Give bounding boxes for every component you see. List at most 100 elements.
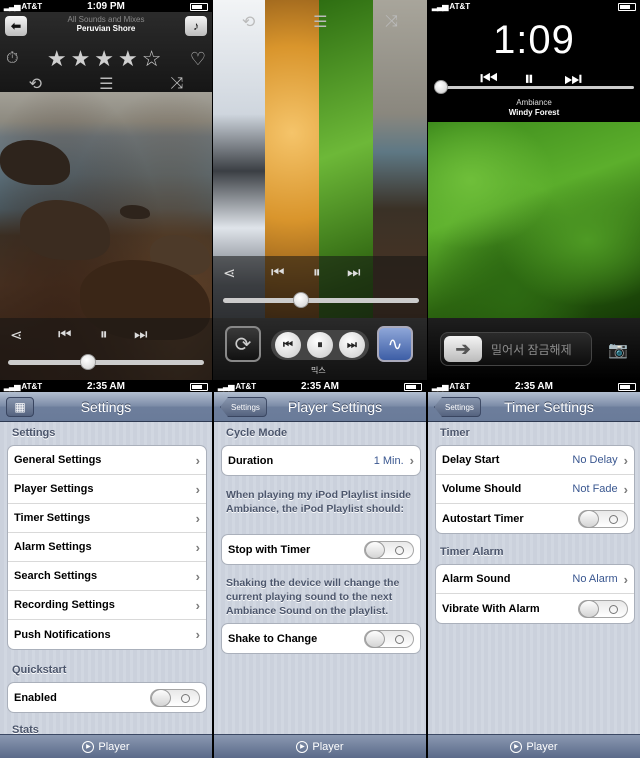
volume-slider-knob[interactable] — [293, 292, 309, 308]
pause-icon[interactable]: ⏸ — [313, 264, 321, 281]
settings-item-alarm[interactable]: Alarm Settings › — [8, 533, 206, 562]
pause-button[interactable]: ⏸ — [307, 332, 333, 358]
player-pane-shore: ▂▃▅ AT&T 1:09 PM All Sounds and Mixes Pe… — [0, 0, 212, 380]
mix-toolbar: ⟳ ⏮ ⏸ ⏭ 믹스 ∿ — [213, 318, 427, 380]
nav-bar: Settings Player Settings — [214, 392, 426, 422]
previous-icon[interactable]: ⏮ — [58, 326, 72, 343]
scrubber[interactable] — [438, 86, 634, 89]
nav-bar: Settings Timer Settings — [428, 392, 640, 422]
player-tab[interactable]: ▶ Player — [214, 734, 426, 758]
settings-item-general[interactable]: General Settings › — [8, 446, 206, 475]
chevron-right-icon: › — [623, 452, 628, 468]
shuffle-icon[interactable]: ⤨ — [171, 75, 184, 93]
playlist-subtitle: All Sounds and Mixes — [67, 15, 145, 24]
pause-icon[interactable]: ⏸ — [100, 326, 108, 343]
settings-item-recording[interactable]: Recording Settings › — [8, 591, 206, 620]
play-circle-icon: ▶ — [82, 740, 95, 753]
lock-screen-pane: ▂▃▅ AT&T 1:09 ⏮ ⏸ ⏭ Ambiance Windy Fores… — [428, 0, 640, 380]
share-icon[interactable]: ⋖ — [10, 326, 23, 344]
volume-value: Not Fade — [572, 483, 618, 495]
chevron-right-icon: › — [623, 481, 628, 497]
page-title: Timer Settings — [504, 399, 594, 415]
volume-slider[interactable] — [8, 360, 204, 365]
forest-background-image — [428, 122, 640, 318]
next-button[interactable]: ⏭ — [339, 332, 365, 358]
playlist-icon[interactable]: ☰ — [99, 74, 113, 94]
play-circle-icon: ▶ — [510, 740, 523, 753]
chevron-right-icon: › — [195, 452, 200, 468]
shake-group: Shake to Change — [221, 623, 421, 654]
volume-slider-knob[interactable] — [80, 354, 96, 370]
status-bar: ▂▃▅ AT&T 2:35 AM — [214, 380, 426, 392]
status-bar: ▂▃▅ AT&T 1:09 PM — [0, 0, 212, 12]
shake-to-change-row: Shake to Change — [222, 624, 420, 653]
chevron-right-icon: › — [195, 627, 200, 642]
status-bar: ▂▃▅ AT&T 2:35 AM — [0, 380, 212, 392]
settings-item-search[interactable]: Search Settings › — [8, 562, 206, 591]
share-icon[interactable]: ⋖ — [223, 264, 236, 282]
stop-with-timer-toggle[interactable] — [364, 540, 414, 559]
next-icon[interactable]: ⏭ — [134, 326, 148, 343]
star-icon[interactable]: ★ — [71, 46, 91, 72]
playlist-icon[interactable]: ☰ — [313, 12, 327, 32]
section-header-timer: Timer — [440, 427, 470, 439]
star-rating[interactable]: ★ ★ ★ ★ ☆ — [47, 46, 162, 72]
quickstart-group: Enabled — [7, 682, 207, 713]
section-header-cycle: Cycle Mode — [226, 427, 288, 439]
settings-list: General Settings › Player Settings › Timer… — [7, 445, 207, 650]
timer-icon[interactable]: ⏱ — [6, 50, 18, 68]
enabled-toggle[interactable] — [150, 688, 200, 707]
sound-title: Peruvian Shore — [76, 24, 136, 33]
previous-icon: ⏮ — [283, 338, 293, 351]
star-empty-icon[interactable]: ☆ — [142, 46, 162, 72]
chevron-right-icon: › — [195, 481, 200, 497]
slide-arrow-button[interactable]: ➔ — [444, 336, 482, 362]
music-button[interactable]: ♪ — [185, 16, 207, 36]
shake-note: Shaking the device will change the curre… — [226, 577, 400, 617]
shuffle-icon[interactable]: ⤨ — [385, 13, 398, 31]
previous-icon[interactable]: ⏮ — [271, 264, 285, 281]
previous-button[interactable]: ⏮ — [275, 332, 301, 358]
next-icon: ⏭ — [347, 338, 357, 351]
waveform-button[interactable]: ∿ — [377, 326, 413, 362]
status-bar-hidden — [213, 0, 427, 12]
back-button[interactable]: ⬅ — [5, 16, 27, 36]
duration-value: 1 Min. — [373, 454, 404, 467]
arrow-right-icon: ➔ — [455, 338, 471, 359]
slide-to-unlock-track[interactable]: ➔ 밀어서 잠금해제 — [440, 332, 592, 366]
shake-to-change-toggle[interactable] — [364, 629, 414, 648]
camera-icon[interactable]: 📷 — [608, 340, 628, 360]
player-tab[interactable]: ▶ Player — [0, 734, 212, 758]
timer-settings-screen: ▂▃▅ AT&T 2:35 AM Settings Timer Settings… — [428, 380, 640, 758]
delay-start-row[interactable]: Delay Start No Delay › — [436, 446, 634, 475]
stop-with-timer-row: Stop with Timer — [222, 535, 420, 564]
repeat-icon[interactable]: ⟲ — [242, 12, 255, 32]
alarm-sound-row[interactable]: Alarm Sound No Alarm › — [436, 565, 634, 594]
vibrate-toggle[interactable] — [578, 599, 628, 618]
volume-slider[interactable] — [223, 298, 419, 303]
lock-playback-controls: ⏮ ⏸ ⏭ Ambiance Windy Forest — [428, 68, 640, 122]
settings-screen: ▂▃▅ AT&T 2:35 AM ▦ Settings Settings Gen… — [0, 380, 212, 758]
loop-button[interactable]: ⟳ — [225, 326, 261, 362]
section-header-settings: Settings — [12, 427, 56, 439]
star-icon[interactable]: ★ — [47, 46, 67, 72]
volume-should-row[interactable]: Volume Should Not Fade › — [436, 475, 634, 504]
autostart-toggle[interactable] — [578, 509, 628, 528]
settings-item-player[interactable]: Player Settings › — [8, 475, 206, 504]
star-icon[interactable]: ★ — [118, 46, 138, 72]
autostart-row: Autostart Timer — [436, 504, 634, 533]
unlock-text: 밀어서 잠금해제 — [491, 343, 572, 357]
status-bar: ▂▃▅ AT&T 2:35 AM — [428, 380, 640, 392]
player-tab[interactable]: ▶ Player — [428, 734, 640, 758]
scrubber-knob[interactable] — [434, 80, 448, 94]
next-icon[interactable]: ⏭ — [347, 264, 361, 281]
page-title: Player Settings — [287, 399, 383, 415]
star-icon[interactable]: ★ — [94, 46, 114, 72]
settings-item-timer[interactable]: Timer Settings › — [8, 504, 206, 533]
lock-clock: 1:09 — [428, 12, 640, 72]
heart-icon[interactable]: ♡ — [190, 49, 206, 70]
settings-item-push[interactable]: Push Notifications › — [8, 620, 206, 649]
repeat-icon[interactable]: ⟲ — [29, 74, 42, 94]
lock-time: 1:09 — [493, 18, 575, 62]
duration-row[interactable]: Duration 1 Min. › — [222, 446, 420, 475]
